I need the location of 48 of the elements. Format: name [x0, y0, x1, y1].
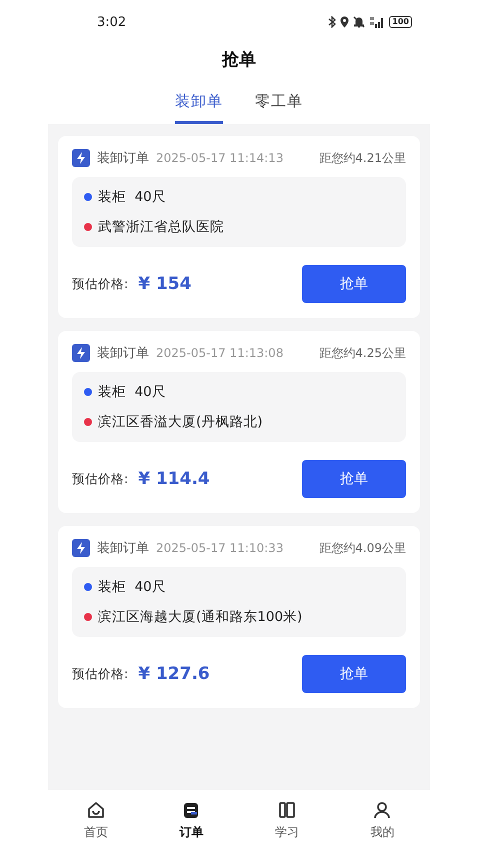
battery-icon: 100 [389, 16, 412, 28]
lightning-icon [72, 344, 90, 362]
nav-tab[interactable]: 首页 [48, 790, 144, 850]
cargo-info: 装柜 40尺 [98, 188, 166, 206]
cargo-dot-icon [84, 583, 92, 591]
home-icon [86, 800, 106, 820]
nav-tab[interactable]: 学习 [239, 790, 334, 850]
order-type-tab[interactable]: 零工单 [255, 92, 303, 124]
nav-tab[interactable]: 订单 [144, 790, 239, 850]
price-value: ¥ 127.6 [138, 664, 211, 684]
nav-tab[interactable]: 我的 [334, 790, 430, 850]
grab-order-button[interactable]: 抢单 [302, 655, 406, 693]
order-time: 2025-05-17 11:13:08 [156, 346, 284, 360]
price-label: 预估价格: [72, 276, 128, 292]
page-title: 抢单 [222, 49, 256, 72]
destination-address: 武警浙江省总队医院 [98, 218, 224, 236]
order-distance: 距您约4.21公里 [319, 150, 406, 166]
destination-dot-icon [84, 223, 92, 231]
cargo-dot-icon [84, 388, 92, 396]
order-type: 装卸订单 [97, 345, 149, 362]
destination-dot-icon [84, 613, 92, 621]
cargo-info: 装柜 40尺 [98, 578, 166, 596]
order-time: 2025-05-17 11:14:13 [156, 151, 284, 165]
cargo-dot-icon [84, 193, 92, 201]
price-label: 预估价格: [72, 666, 128, 682]
order-time: 2025-05-17 11:10:33 [156, 541, 284, 555]
location-icon [340, 16, 350, 28]
bell-off-icon [353, 16, 366, 28]
lightning-icon [72, 539, 90, 557]
grab-order-button[interactable]: 抢单 [302, 460, 406, 498]
lightning-icon [72, 149, 90, 167]
order-distance: 距您约4.25公里 [319, 344, 406, 362]
destination-address: 滨江区海越大厦(通和路东100米) [98, 608, 302, 626]
cargo-info: 装柜 40尺 [98, 383, 166, 401]
destination-address: 滨江区香溢大厦(丹枫路北) [98, 413, 263, 431]
price-value: ¥ 114.4 [138, 469, 211, 489]
destination-dot-icon [84, 418, 92, 426]
order-type: 装卸订单 [97, 150, 149, 167]
price-value: ¥ 154 [138, 274, 192, 294]
status-time: 3:02 [97, 14, 126, 30]
signal-icon [369, 16, 386, 28]
order-distance: 距您约4.09公里 [319, 540, 406, 556]
bluetooth-icon [328, 16, 336, 28]
order-type: 装卸订单 [97, 540, 149, 557]
book-icon [276, 800, 297, 820]
price-label: 预估价格: [72, 470, 128, 488]
person-icon [372, 800, 392, 820]
grab-order-button[interactable]: 抢单 [302, 265, 406, 303]
